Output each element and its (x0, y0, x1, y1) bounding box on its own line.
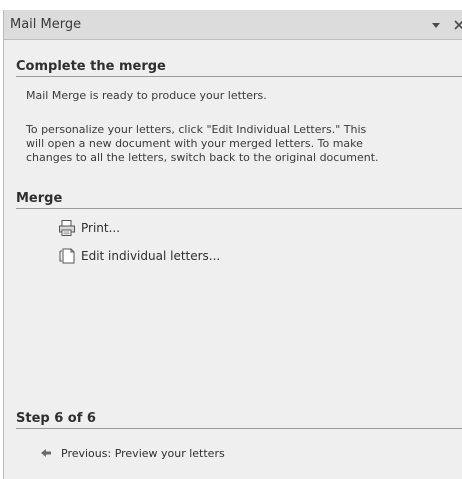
personalize-text: To personalize your letters, click "Edit… (26, 123, 379, 165)
complete-merge-heading: Complete the merge (16, 59, 462, 77)
edit-letters-icon (59, 248, 75, 264)
dropdown-arrow-icon[interactable] (430, 19, 442, 31)
close-icon[interactable] (452, 18, 462, 31)
print-button[interactable]: Print... (58, 218, 120, 238)
previous-step-label: Previous: Preview your letters (61, 446, 225, 460)
edit-individual-letters-button[interactable]: Edit individual letters... (58, 246, 220, 266)
personalize-line: will open a new document with your merge… (26, 137, 363, 150)
personalize-line: changes to all the letters, switch back … (26, 151, 379, 164)
print-label: Print... (81, 221, 121, 235)
merge-heading: Merge (16, 191, 462, 209)
mail-merge-task-pane: Mail Merge Complete the merge Mail Merge… (3, 10, 462, 479)
task-pane-titlebar: Mail Merge (4, 10, 462, 40)
edit-individual-letters-label: Edit individual letters... (81, 249, 221, 263)
print-icon (59, 220, 75, 236)
ready-text: Mail Merge is ready to produce your lett… (26, 89, 267, 102)
step-heading: Step 6 of 6 (16, 411, 462, 429)
personalize-line: To personalize your letters, click "Edit… (26, 123, 367, 136)
back-arrow-icon (41, 449, 51, 457)
previous-step-link[interactable]: Previous: Preview your letters (40, 444, 225, 462)
task-pane-title: Mail Merge (10, 17, 82, 32)
